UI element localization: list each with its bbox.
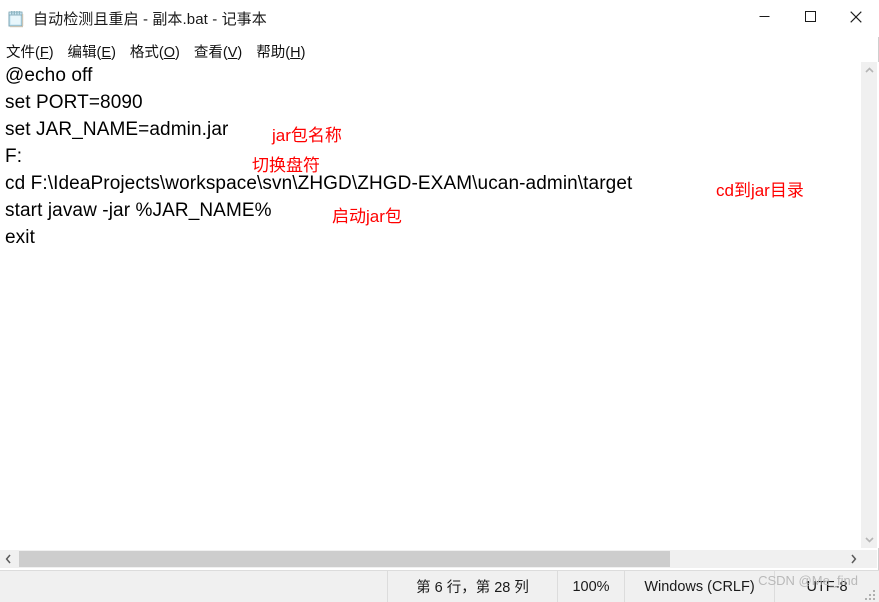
- chevron-left-icon: [5, 554, 11, 564]
- annotation-switch-drive: 切换盘符: [252, 156, 320, 175]
- annotation-cd-to-jar-dir: cd到jar目录: [716, 181, 804, 200]
- scroll-left-button[interactable]: [0, 550, 17, 568]
- window-controls: [741, 0, 879, 33]
- title-bar: 自动检测且重启 - 副本.bat - 记事本: [0, 0, 879, 37]
- status-cursor-position: 第 6 行，第 28 列: [387, 571, 557, 602]
- text-editor-area[interactable]: @echo off set PORT=8090 set JAR_NAME=adm…: [0, 62, 879, 548]
- horizontal-scroll-thumb[interactable]: [19, 551, 670, 567]
- minimize-icon: [759, 16, 769, 17]
- annotation-jar-name: jar包名称: [272, 126, 342, 145]
- menu-item-format[interactable]: 格式(O): [130, 41, 180, 62]
- chevron-right-icon: [851, 554, 857, 564]
- maximize-button[interactable]: [787, 0, 833, 33]
- notepad-window: 自动检测且重启 - 副本.bat - 记事本 文件(F) 编辑(E) 格式(O)…: [0, 0, 879, 602]
- menu-item-file[interactable]: 文件(F): [6, 41, 54, 62]
- scroll-up-button[interactable]: [861, 62, 878, 79]
- chevron-up-icon: [865, 67, 874, 73]
- window-title: 自动检测且重启 - 副本.bat - 记事本: [33, 11, 267, 28]
- scroll-down-button[interactable]: [861, 531, 878, 548]
- menu-item-edit[interactable]: 编辑(E): [68, 41, 116, 62]
- status-bar-spacer: [0, 571, 387, 602]
- status-zoom-level: 100%: [557, 571, 624, 602]
- maximize-icon: [804, 11, 816, 22]
- vertical-scrollbar[interactable]: [860, 62, 877, 548]
- minimize-button[interactable]: [741, 0, 787, 33]
- horizontal-scrollbar[interactable]: [0, 550, 862, 568]
- annotation-start-jar: 启动jar包: [332, 207, 402, 226]
- notepad-icon: [7, 10, 25, 28]
- menu-item-view[interactable]: 查看(V): [194, 41, 242, 62]
- status-bar: 第 6 行，第 28 列 100% Windows (CRLF) UTF-8: [0, 570, 879, 602]
- close-icon: [850, 10, 862, 23]
- menu-bar: 文件(F) 编辑(E) 格式(O) 查看(V) 帮助(H): [0, 40, 879, 62]
- close-button[interactable]: [833, 0, 879, 33]
- status-line-ending: Windows (CRLF): [624, 571, 774, 602]
- chevron-down-icon: [865, 537, 874, 543]
- scrollbar-corner: [860, 550, 877, 568]
- resize-grip[interactable]: [863, 588, 875, 600]
- menu-item-help[interactable]: 帮助(H): [256, 41, 305, 62]
